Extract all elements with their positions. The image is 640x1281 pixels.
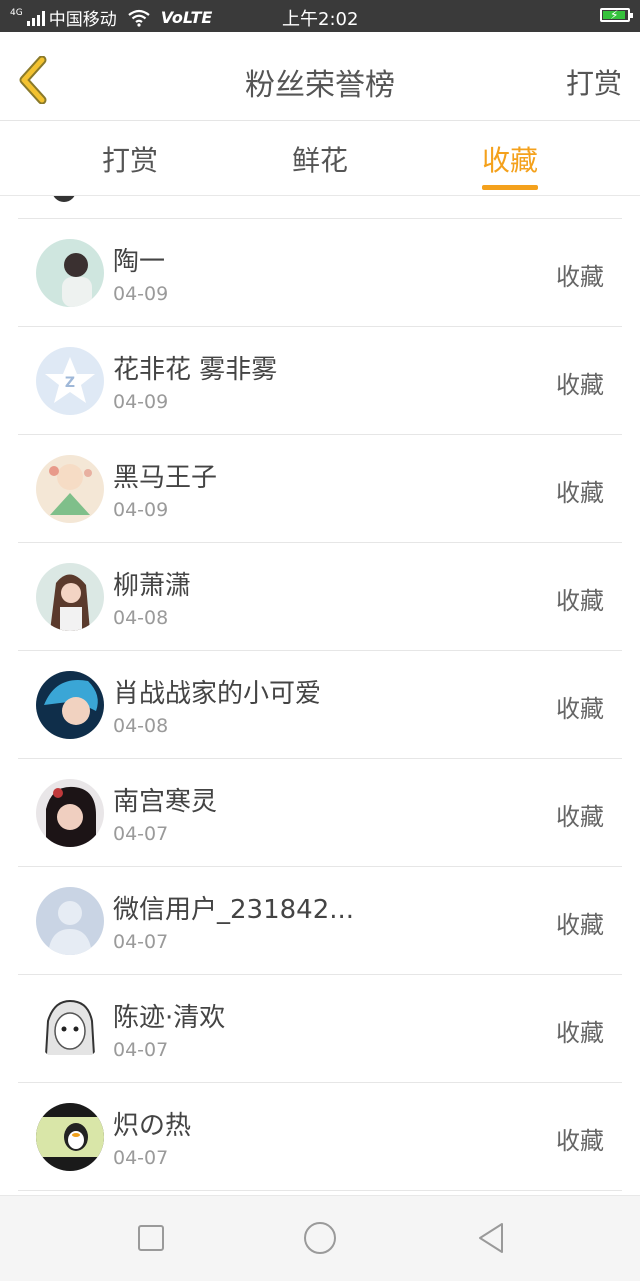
recents-icon[interactable] [131, 1218, 171, 1258]
penguin-avatar [36, 1103, 104, 1171]
list-item[interactable]: 陶一 04-09 收藏 [18, 219, 622, 327]
signal-icon [26, 10, 45, 26]
back-icon[interactable] [472, 1218, 512, 1258]
photo-girl-avatar [36, 563, 104, 631]
list-item[interactable]: Z 花非花 雾非雾 04-09 收藏 [18, 327, 622, 435]
user-name: 陶一 [113, 247, 166, 277]
svg-text:Z: Z [65, 375, 75, 391]
list-item[interactable]: 黑马王子 04-09 收藏 [18, 435, 622, 543]
user-name: 黑马王子 [113, 463, 218, 493]
date-label: 04-09 [113, 391, 169, 413]
sketch-avatar [36, 995, 104, 1063]
status-left: 4G 中国移动 VoLTE [10, 5, 213, 31]
network-type-label: 4G [10, 7, 23, 18]
fan-list[interactable]: 陶一 04-09 收藏 Z 花非花 雾非雾 04-09 收藏 黑马王子 04-0… [18, 196, 622, 1194]
page-title: 粉丝荣誉榜 [245, 68, 395, 103]
date-label: 04-07 [113, 823, 169, 845]
date-label: 04-07 [113, 1147, 169, 1169]
list-item[interactable]: 柳萧潇 04-08 收藏 [18, 543, 622, 651]
default-person-avatar [36, 887, 104, 955]
action-label: 收藏 [556, 479, 604, 507]
date-label: 04-07 [113, 1039, 169, 1061]
user-name: 炽の热 [113, 1111, 192, 1141]
volte-label: VoLTE [160, 8, 213, 27]
action-label: 收藏 [556, 371, 604, 399]
user-name: 陈迹·清欢 [113, 1003, 226, 1033]
list-item[interactable]: 肖战战家的小可爱 04-08 收藏 [18, 651, 622, 759]
status-bar: 4G 中国移动 VoLTE 上午2:02 ⚡ [0, 0, 640, 32]
action-label: 收藏 [556, 587, 604, 615]
action-label: 收藏 [556, 803, 604, 831]
active-tab-indicator [482, 185, 538, 190]
user-name: 微信用户_231842... [113, 895, 355, 925]
system-nav-bar [0, 1195, 640, 1281]
wifi-icon [128, 9, 150, 27]
user-name: 柳萧潇 [113, 571, 192, 601]
date-label: 04-09 [113, 499, 169, 521]
home-icon[interactable] [300, 1218, 340, 1258]
battery-icon: ⚡ [600, 8, 633, 22]
carrier-label: 中国移动 [48, 10, 117, 30]
tab-favorites[interactable]: 收藏 [450, 139, 570, 179]
tab-flowers[interactable]: 鲜花 [260, 139, 380, 179]
top-app-bar: 粉丝荣誉榜 打赏 [0, 32, 640, 121]
action-label: 收藏 [556, 1127, 604, 1155]
photo-girl-avatar [36, 239, 104, 307]
user-name: 南宫寒灵 [113, 787, 218, 817]
date-label: 04-09 [113, 283, 169, 305]
user-name: 花非花 雾非雾 [113, 355, 278, 385]
date-label: 04-08 [113, 607, 169, 629]
list-item[interactable]: 微信用户_231842... 04-07 收藏 [18, 867, 622, 975]
clock: 上午2:02 [282, 9, 359, 30]
list-item[interactable]: 南宫寒灵 04-07 收藏 [18, 759, 622, 867]
blue-hair-avatar [36, 671, 104, 739]
list-item[interactable]: 炽の热 04-07 收藏 [18, 1083, 622, 1191]
illustration-avatar [36, 455, 104, 523]
action-label: 收藏 [556, 695, 604, 723]
action-label: 收藏 [556, 1019, 604, 1047]
action-label: 收藏 [556, 263, 604, 291]
date-label: 04-08 [113, 715, 169, 737]
dark-photo-avatar [36, 779, 104, 847]
date-label: 04-07 [113, 931, 169, 953]
list-item[interactable]: 陈迹·清欢 04-07 收藏 [18, 975, 622, 1083]
tip-button[interactable]: 打赏 [566, 62, 622, 102]
qq-default-avatar: Z [36, 347, 104, 415]
avatar [52, 196, 76, 202]
action-label: 收藏 [556, 911, 604, 939]
list-item-partial [18, 196, 622, 219]
tab-bar: 打赏 鲜花 收藏 [0, 121, 640, 196]
user-name: 肖战战家的小可爱 [113, 679, 322, 709]
tab-tip[interactable]: 打赏 [70, 139, 190, 179]
